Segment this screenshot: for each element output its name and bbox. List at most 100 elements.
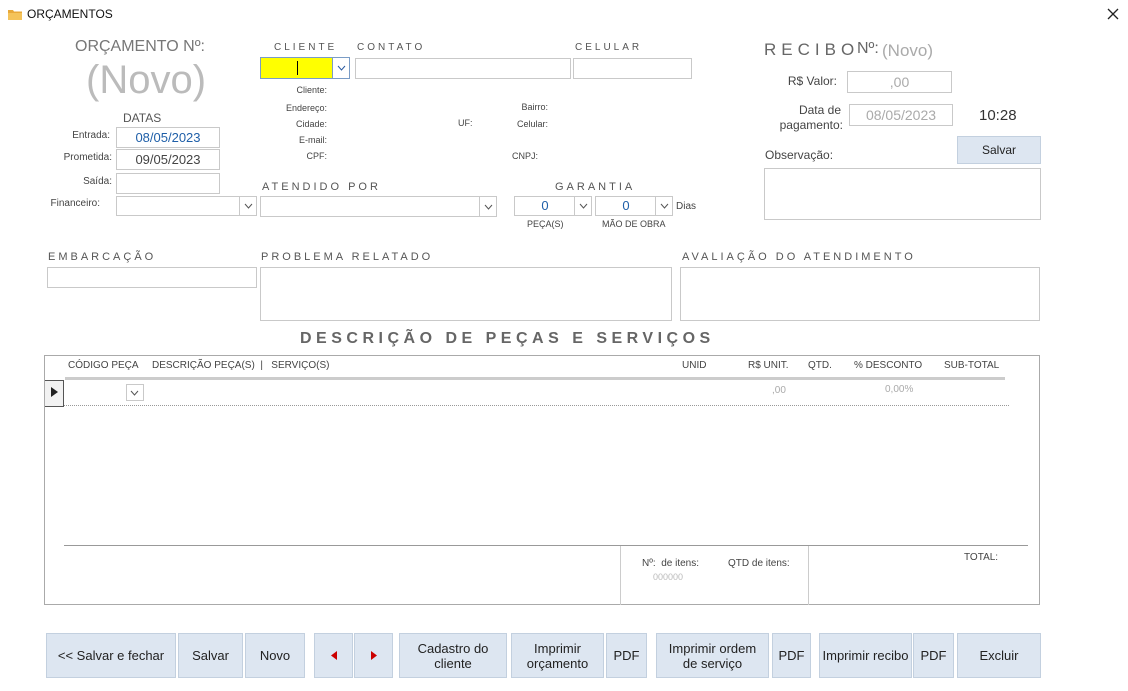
- orcamento-label: ORÇAMENTO Nº:: [75, 38, 205, 55]
- info-celular-label: Celular:: [516, 119, 548, 129]
- col-desconto: % DESCONTO: [854, 360, 923, 371]
- embarcacao-label: EMBARCAÇÃO: [48, 251, 157, 263]
- chevron-down-icon[interactable]: [655, 197, 672, 215]
- celular-field[interactable]: [573, 58, 692, 79]
- celular-header: CELULAR: [575, 42, 643, 53]
- descricao-title: DESCRIÇÃO DE PEÇAS E SERVIÇOS: [300, 330, 715, 347]
- col-subtotal: SUB-TOTAL: [944, 360, 1000, 371]
- recibo-save-button[interactable]: Salvar: [957, 136, 1041, 164]
- recibo-time: 10:28: [979, 107, 1017, 124]
- financeiro-label: Financeiro:: [50, 198, 100, 209]
- col-unit: R$ UNIT.: [748, 360, 789, 371]
- row-pointer-icon: [51, 387, 58, 397]
- datas-title: DATAS: [123, 111, 162, 125]
- next-button[interactable]: [354, 633, 393, 678]
- chevron-down-icon[interactable]: [126, 385, 143, 400]
- nitens-value: 000000: [653, 572, 684, 582]
- imprimir-orcamento-button[interactable]: Imprimir orçamento: [511, 633, 604, 678]
- col-descricao: DESCRIÇÃO PEÇA(S) | SERVIÇO(S): [152, 360, 330, 371]
- pdf-orcamento-button[interactable]: PDF: [606, 633, 647, 678]
- imprimir-os-button[interactable]: Imprimir ordem de serviço: [656, 633, 769, 678]
- row-desconto: 0,00%: [885, 384, 914, 395]
- excluir-button[interactable]: Excluir: [957, 633, 1041, 678]
- recibo-no-label: Nº:: [857, 40, 879, 57]
- contato-header: CONTATO: [357, 42, 426, 53]
- info-cidade-label: Cidade:: [295, 119, 327, 129]
- recibo-obs-label: Observação:: [765, 148, 834, 162]
- pdf-os-button[interactable]: PDF: [772, 633, 811, 678]
- entrada-field[interactable]: 08/05/2023: [116, 127, 220, 148]
- col-unid: UNID: [682, 360, 707, 371]
- chevron-down-icon[interactable]: [239, 197, 256, 215]
- imprimir-recibo-button[interactable]: Imprimir recibo: [819, 633, 912, 678]
- recibo-obs-field[interactable]: [764, 168, 1041, 220]
- total-label: TOTAL:: [964, 552, 999, 563]
- salvar-button[interactable]: Salvar: [178, 633, 243, 678]
- saida-label: Saída:: [83, 176, 112, 187]
- recibo-data-field[interactable]: 08/05/2023: [849, 104, 953, 126]
- garantia-pecas-label: PEÇA(S): [527, 219, 564, 229]
- prev-arrow-icon: [330, 651, 337, 660]
- recibo-valor-field[interactable]: ,00: [847, 71, 952, 93]
- avaliacao-label: AVALIAÇÃO DO ATENDIMENTO: [682, 251, 916, 263]
- row-unit: ,00: [772, 385, 786, 396]
- info-endereco-label: Endereço:: [285, 103, 327, 113]
- nitens-label: Nº: de itens:: [642, 558, 700, 569]
- table-row[interactable]: ,00 0,00%: [45, 380, 1009, 407]
- atendido-por-select[interactable]: [260, 196, 497, 217]
- problema-label: PROBLEMA RELATADO: [261, 251, 434, 263]
- next-arrow-icon: [370, 651, 377, 660]
- garantia-mao-label: MÃO DE OBRA: [602, 219, 666, 229]
- orcamento-number: (Novo): [86, 58, 207, 102]
- col-qtd: QTD.: [808, 360, 832, 371]
- problema-field[interactable]: [260, 267, 672, 321]
- qtd-itens-label: QTD de itens:: [728, 558, 790, 569]
- garantia-mao-select[interactable]: 0: [595, 196, 673, 216]
- garantia-pecas-select[interactable]: 0: [514, 196, 592, 216]
- recibo-valor-label: R$ Valor:: [787, 74, 837, 88]
- financeiro-select[interactable]: [116, 196, 257, 216]
- window-title: ORÇAMENTOS: [27, 7, 113, 21]
- saida-field[interactable]: [116, 173, 220, 194]
- info-email-label: E-mail:: [298, 135, 327, 145]
- prometida-label: Prometida:: [63, 152, 112, 163]
- recibo-data-label-2: pagamento:: [779, 118, 843, 132]
- atendido-por-label: ATENDIDO POR: [262, 181, 381, 193]
- recibo-title: RECIBO: [764, 40, 860, 59]
- cliente-select[interactable]: [260, 57, 350, 79]
- prometida-field[interactable]: 09/05/2023: [116, 149, 220, 170]
- info-cpf-label: CPF:: [306, 151, 327, 161]
- title-bar: ORÇAMENTOS: [0, 0, 1128, 28]
- footer-sep-2: [808, 546, 809, 605]
- cliente-header: CLIENTE: [274, 42, 338, 53]
- garantia-label: GARANTIA: [555, 181, 636, 193]
- row-selector[interactable]: [45, 380, 64, 407]
- pdf-recibo-button[interactable]: PDF: [913, 633, 954, 678]
- entrada-label: Entrada:: [72, 130, 110, 141]
- chevron-down-icon[interactable]: [574, 197, 591, 215]
- contato-field[interactable]: [355, 58, 571, 79]
- garantia-dias-label: Dias: [676, 201, 697, 212]
- items-grid: CÓDIGO PEÇA DESCRIÇÃO PEÇA(S) | SERVIÇO(…: [44, 355, 1040, 605]
- close-icon[interactable]: [1107, 8, 1119, 20]
- footer-divider: [64, 545, 1028, 546]
- col-codigo: CÓDIGO PEÇA: [68, 360, 139, 371]
- avaliacao-field[interactable]: [680, 267, 1040, 321]
- chevron-down-icon[interactable]: [332, 58, 349, 78]
- salvar-fechar-button[interactable]: << Salvar e fechar: [46, 633, 176, 678]
- chevron-down-icon[interactable]: [479, 197, 496, 216]
- embarcacao-field[interactable]: [47, 267, 257, 288]
- cadastro-cliente-button[interactable]: Cadastro do cliente: [399, 633, 507, 678]
- info-uf-label: UF:: [458, 118, 473, 128]
- folder-icon: [8, 10, 22, 20]
- info-cnpj-label: CNPJ:: [511, 151, 538, 161]
- footer-sep-1: [620, 546, 621, 605]
- recibo-number: (Novo): [882, 41, 934, 60]
- info-cliente-label: Cliente:: [296, 85, 327, 95]
- recibo-data-label-1: Data de: [798, 103, 841, 117]
- prev-button[interactable]: [314, 633, 353, 678]
- novo-button[interactable]: Novo: [245, 633, 305, 678]
- text-cursor: [297, 61, 298, 75]
- info-bairro-label: Bairro:: [521, 102, 548, 112]
- row-codigo-select[interactable]: [126, 384, 144, 401]
